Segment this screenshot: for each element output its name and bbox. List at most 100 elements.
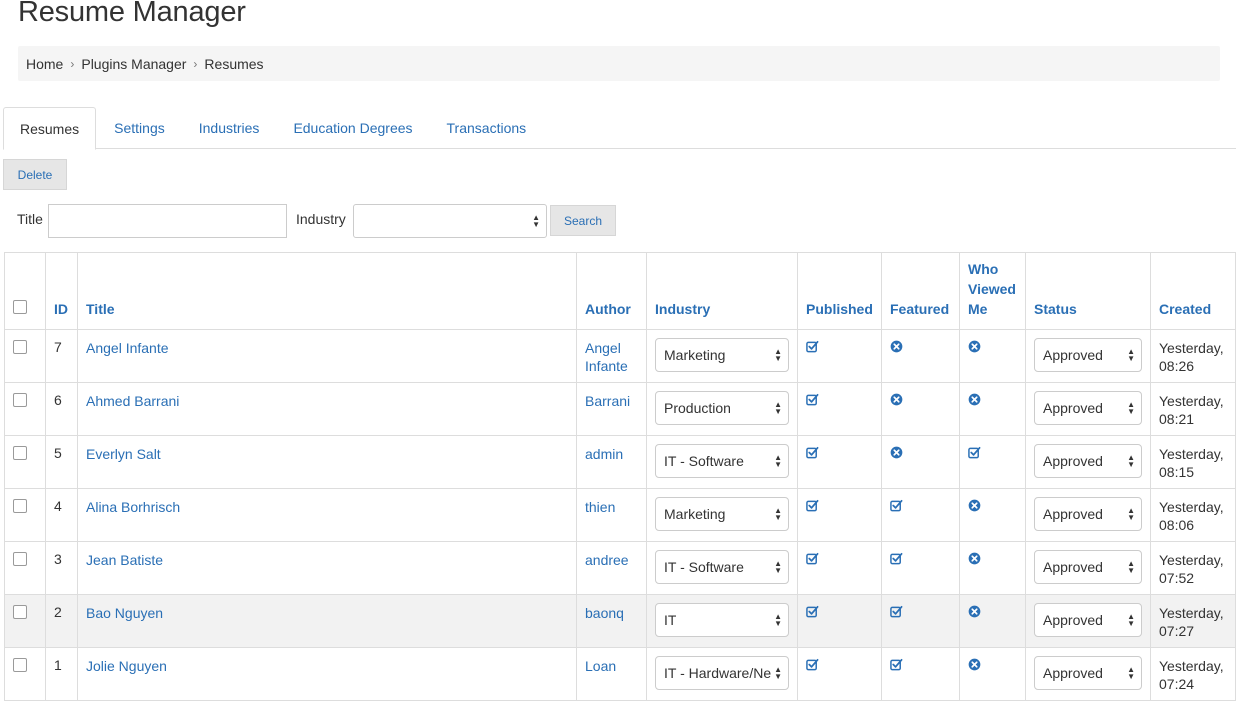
- header-author[interactable]: Author: [576, 252, 647, 330]
- row-checkbox[interactable]: [13, 658, 27, 672]
- cell-published: [797, 329, 882, 383]
- industry-select[interactable]: Production ▲ ▼: [655, 391, 789, 425]
- checked-box-icon[interactable]: [806, 658, 873, 671]
- resume-title-link[interactable]: Jolie Nguyen: [86, 658, 167, 674]
- industry-select[interactable]: IT ▲ ▼: [655, 603, 789, 637]
- table-row: 4 Alina Borhrisch thien Marketing ▲ ▼ Approved…: [4, 488, 1236, 542]
- status-select[interactable]: Approved ▲ ▼: [1034, 656, 1142, 690]
- cross-circle-icon[interactable]: [968, 552, 1017, 565]
- resume-title-link[interactable]: Alina Borhrisch: [86, 499, 180, 515]
- author-link[interactable]: Angel Infante: [585, 340, 628, 374]
- cross-circle-icon[interactable]: [968, 340, 1017, 353]
- checked-box-icon[interactable]: [890, 605, 951, 618]
- cross-circle-icon[interactable]: [890, 340, 951, 353]
- header-status[interactable]: Status: [1025, 252, 1151, 330]
- status-select[interactable]: Approved ▲ ▼: [1034, 497, 1142, 531]
- cross-circle-icon[interactable]: [890, 393, 951, 406]
- checked-box-icon[interactable]: [968, 446, 1017, 459]
- cross-circle-icon[interactable]: [968, 605, 1017, 618]
- row-checkbox[interactable]: [13, 605, 27, 619]
- delete-button[interactable]: Delete: [3, 159, 67, 190]
- row-checkbox[interactable]: [13, 393, 27, 407]
- header-created[interactable]: Created: [1150, 252, 1236, 330]
- industry-select[interactable]: Marketing ▲ ▼: [655, 497, 789, 531]
- select-all-checkbox[interactable]: [13, 300, 27, 314]
- header-id[interactable]: ID: [45, 252, 78, 330]
- author-link[interactable]: Barrani: [585, 393, 630, 409]
- resume-title-link[interactable]: Jean Batiste: [86, 552, 163, 568]
- header-published[interactable]: Published: [797, 252, 882, 330]
- industry-select[interactable]: IT - Hardware/Ne ▲ ▼: [655, 656, 789, 690]
- row-checkbox[interactable]: [13, 340, 27, 354]
- cell-industry: Marketing ▲ ▼: [646, 329, 798, 383]
- cross-circle-icon[interactable]: [968, 393, 1017, 406]
- resume-title-link[interactable]: Bao Nguyen: [86, 605, 163, 621]
- cross-circle-icon[interactable]: [968, 499, 1017, 512]
- breadcrumb-home[interactable]: Home: [26, 56, 63, 72]
- select-arrows-icon: ▲ ▼: [532, 213, 540, 229]
- cell-id: 2: [45, 594, 78, 648]
- cell-author: admin: [576, 435, 647, 489]
- tab-education-degrees[interactable]: Education Degrees: [277, 107, 428, 149]
- industry-select[interactable]: Marketing ▲ ▼: [655, 338, 789, 372]
- tab-transactions[interactable]: Transactions: [431, 107, 543, 149]
- chevron-right-icon: ›: [193, 56, 198, 71]
- cell-select: [4, 435, 46, 489]
- cross-circle-icon[interactable]: [968, 658, 1017, 671]
- author-link[interactable]: thien: [585, 499, 615, 515]
- header-who-viewed-me[interactable]: Who Viewed Me: [959, 252, 1026, 330]
- row-checkbox[interactable]: [13, 552, 27, 566]
- header-featured[interactable]: Featured: [881, 252, 960, 330]
- checked-box-icon[interactable]: [890, 499, 951, 512]
- title-filter-input[interactable]: [48, 204, 287, 238]
- checked-box-icon[interactable]: [806, 552, 873, 565]
- select-arrows-icon: ▲ ▼: [1127, 453, 1135, 469]
- table-row: 3 Jean Batiste andree IT - Software ▲ ▼ Approv…: [4, 541, 1236, 595]
- breadcrumb-plugins-manager[interactable]: Plugins Manager: [81, 56, 186, 72]
- select-arrows-icon: ▲ ▼: [1127, 400, 1135, 416]
- status-select[interactable]: Approved ▲ ▼: [1034, 550, 1142, 584]
- cell-industry: Production ▲ ▼: [646, 382, 798, 436]
- industry-select[interactable]: IT - Software ▲ ▼: [655, 550, 789, 584]
- checked-box-icon[interactable]: [890, 552, 951, 565]
- author-link[interactable]: admin: [585, 446, 623, 462]
- status-select[interactable]: Approved ▲ ▼: [1034, 338, 1142, 372]
- status-select[interactable]: Approved ▲ ▼: [1034, 444, 1142, 478]
- cell-who-viewed-me: [959, 541, 1026, 595]
- cell-select: [4, 541, 46, 595]
- author-link[interactable]: andree: [585, 552, 629, 568]
- select-arrows-icon: ▲ ▼: [1127, 347, 1135, 363]
- cell-created: Yesterday, 08:21: [1150, 382, 1236, 436]
- resume-title-link[interactable]: Ahmed Barrani: [86, 393, 179, 409]
- row-checkbox[interactable]: [13, 499, 27, 513]
- select-arrows-icon: ▲ ▼: [774, 665, 782, 681]
- industry-select[interactable]: IT - Software ▲ ▼: [655, 444, 789, 478]
- tab-settings[interactable]: Settings: [98, 107, 181, 149]
- cell-title: Bao Nguyen: [77, 594, 577, 648]
- tab-resumes[interactable]: Resumes: [3, 107, 97, 150]
- checked-box-icon[interactable]: [806, 446, 873, 459]
- breadcrumb: Home › Plugins Manager › Resumes: [18, 46, 1220, 81]
- checked-box-icon[interactable]: [806, 499, 873, 512]
- resume-title-link[interactable]: Everlyn Salt: [86, 446, 161, 462]
- resume-title-link[interactable]: Angel Infante: [86, 340, 169, 356]
- checked-box-icon[interactable]: [806, 340, 873, 353]
- cell-id: 3: [45, 541, 78, 595]
- cell-published: [797, 541, 882, 595]
- checked-box-icon[interactable]: [806, 605, 873, 618]
- author-link[interactable]: Loan: [585, 658, 616, 674]
- checked-box-icon[interactable]: [890, 658, 951, 671]
- status-select[interactable]: Approved ▲ ▼: [1034, 391, 1142, 425]
- cell-title: Jolie Nguyen: [77, 647, 577, 701]
- checked-box-icon[interactable]: [806, 393, 873, 406]
- cell-select: [4, 382, 46, 436]
- search-button[interactable]: Search: [550, 205, 616, 236]
- header-title[interactable]: Title: [77, 252, 577, 330]
- status-select[interactable]: Approved ▲ ▼: [1034, 603, 1142, 637]
- row-checkbox[interactable]: [13, 446, 27, 460]
- header-industry[interactable]: Industry: [646, 252, 798, 330]
- cross-circle-icon[interactable]: [890, 446, 951, 459]
- author-link[interactable]: baonq: [585, 605, 624, 621]
- tab-industries[interactable]: Industries: [183, 107, 276, 149]
- industry-filter-select[interactable]: ▲ ▼: [353, 204, 547, 238]
